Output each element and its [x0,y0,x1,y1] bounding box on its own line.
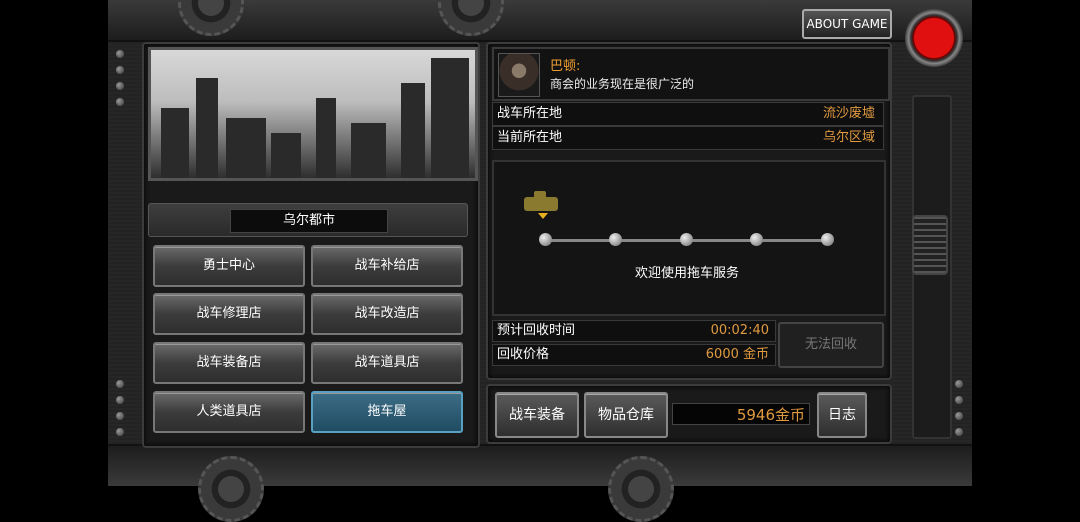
bolt-icon [955,412,963,420]
tank-modify-shop-button[interactable]: 战车改造店 [311,293,463,335]
speaker-name: 巴顿: [550,59,581,74]
route-node [750,233,763,246]
bolt-icon [116,396,124,404]
tank-repair-shop-button[interactable]: 战车修理店 [153,293,305,335]
recovery-price-value: 6000 金币 [705,347,769,362]
bolt-icon [116,82,124,90]
building-shape [161,108,189,178]
record-button[interactable] [905,9,963,67]
recovery-time-label: 预计回收时间 [497,323,576,338]
tank-equipment-shop-button[interactable]: 战车装备店 [153,342,305,384]
current-location-value: 乌尔区域 [822,130,875,145]
dialog-box: 巴顿: 商会的业务现在是很广泛的 [492,47,890,101]
gear-decor-icon [608,456,674,522]
tank-item-shop-button[interactable]: 战车道具店 [311,342,463,384]
recover-button[interactable]: 无法回收 [778,322,884,368]
tank-supply-shop-button[interactable]: 战车补给店 [311,245,463,287]
current-location-label: 当前所在地 [497,130,563,145]
bolt-icon [116,50,124,58]
route-node [680,233,693,246]
recovery-price-label: 回收价格 [497,347,550,362]
building-shape [316,98,336,178]
log-button[interactable]: 日志 [817,392,867,438]
recovery-time-value: 00:02:40 [710,323,769,338]
building-shape [431,58,469,178]
route-node [821,233,834,246]
current-location-row: 当前所在地 乌尔区域 [492,126,884,150]
building-shape [196,78,218,178]
item-storage-button[interactable]: 物品仓库 [584,392,668,438]
bolt-icon [116,98,124,106]
tank-location-value: 流沙废墟 [822,106,875,121]
tow-house-button[interactable]: 拖车屋 [311,391,463,433]
tank-location-label: 战车所在地 [497,106,563,121]
dialog-text: 商会的业务现在是很广泛的 [550,77,695,91]
building-shape [401,83,425,178]
tank-location-row: 战车所在地 流沙废墟 [492,102,884,126]
tank-equipment-button[interactable]: 战车装备 [495,392,579,438]
route-node [539,233,552,246]
bolt-icon [116,412,124,420]
tank-marker-icon [524,191,558,219]
recovery-price-row: 回收价格 6000 金币 [492,344,776,366]
city-image [148,47,478,181]
building-shape [271,133,301,178]
building-shape [351,123,386,178]
bolt-icon [955,428,963,436]
bolt-icon [116,428,124,436]
bolt-icon [116,66,124,74]
human-item-shop-button[interactable]: 人类道具店 [153,391,305,433]
city-name: 乌尔都市 [230,209,388,233]
side-grill [912,215,948,275]
bolt-icon [955,396,963,404]
bolt-icon [955,380,963,388]
building-shape [226,118,266,178]
gold-amount: 5946金币 [672,403,810,425]
tow-welcome-message: 欢迎使用拖车服务 [634,266,739,281]
about-game-button[interactable]: ABOUT GAME [802,9,892,39]
gear-decor-icon [198,456,264,522]
bolt-icon [116,380,124,388]
warrior-center-button[interactable]: 勇士中心 [153,245,305,287]
recovery-time-row: 预计回收时间 00:02:40 [492,320,776,342]
avatar [498,53,540,97]
route-node [609,233,622,246]
